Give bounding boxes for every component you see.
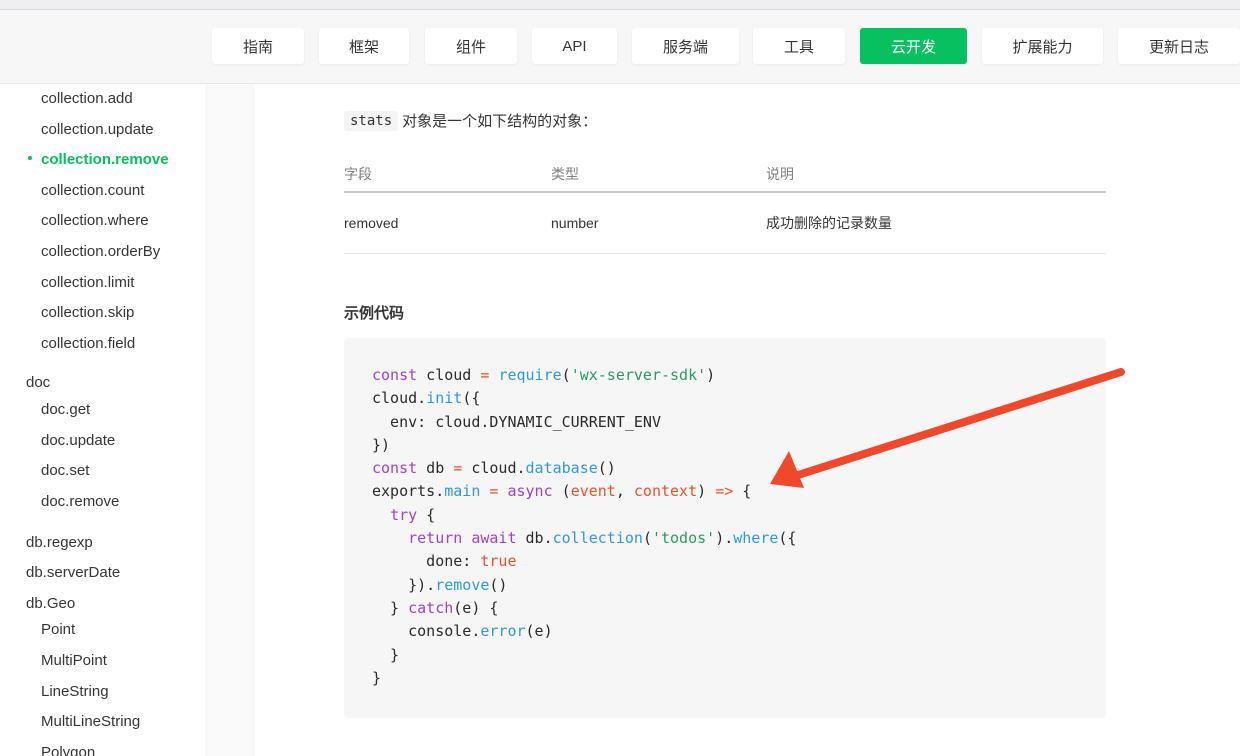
table-cell: removed <box>344 192 551 254</box>
sidebar-item-label: collection.orderBy <box>41 243 161 260</box>
sidebar-item-label: doc.update <box>41 432 116 449</box>
nav-cloud-button[interactable]: 云开发 <box>860 28 967 64</box>
sidebar-item[interactable]: MultiLineString <box>41 713 140 730</box>
sidebar-item-label: collection.field <box>41 335 136 352</box>
sidebar-item[interactable]: doc <box>26 374 50 391</box>
code-block[interactable]: const cloud = require('wx-server-sdk') c… <box>344 338 1106 718</box>
sidebar-item[interactable]: collection.where <box>41 212 149 229</box>
sidebar-item-label: db.serverDate <box>26 564 121 581</box>
nav-guide-button[interactable]: 指南 <box>212 28 304 64</box>
main-content: stats 对象是一个如下结构的对象： 字段 类型 说明 removed num… <box>255 84 1240 756</box>
sidebar-item[interactable]: Polygon <box>41 744 95 756</box>
sidebar-item[interactable]: Point <box>41 621 75 638</box>
sidebar-item[interactable]: collection.update <box>41 121 154 138</box>
sidebar-item-label: db.regexp <box>26 534 93 551</box>
table-header: 类型 <box>551 156 766 193</box>
sidebar-item-label: LineString <box>41 683 109 700</box>
nav-extensions-button[interactable]: 扩展能力 <box>982 28 1103 64</box>
table-cell: 成功删除的记录数量 <box>766 192 1106 254</box>
sidebar-item-label: collection.count <box>41 182 145 199</box>
table-row: removed number 成功删除的记录数量 <box>344 192 1106 254</box>
sidebar-item-label: collection.limit <box>41 274 135 291</box>
nav-components-button[interactable]: 组件 <box>425 28 517 64</box>
nav-tools-button[interactable]: 工具 <box>753 28 845 64</box>
sidebar-item[interactable]: db.regexp <box>26 534 93 551</box>
sidebar-item[interactable]: collection.field <box>41 335 135 352</box>
sidebar-item-label: Polygon <box>41 744 96 756</box>
sidebar-item-label: doc.get <box>41 401 91 418</box>
sidebar-item-label: doc.remove <box>41 493 120 510</box>
sidebar-item[interactable]: doc.remove <box>41 493 119 510</box>
nav-changelog-button[interactable]: 更新日志 <box>1118 28 1240 64</box>
intro-text: 对象是一个如下结构的对象： <box>402 113 598 130</box>
sidebar-item-label: collection.remove <box>41 151 169 168</box>
table-header: 字段 <box>344 156 551 193</box>
sidebar-item-label: collection.where <box>41 212 149 229</box>
sidebar-item[interactable]: collection.limit <box>41 274 134 291</box>
nav-framework-button[interactable]: 框架 <box>319 28 409 64</box>
sidebar-item-label: MultiPoint <box>41 652 107 669</box>
active-dot-icon <box>28 156 32 160</box>
inline-code: stats <box>344 110 399 131</box>
sidebar-gutter <box>205 84 255 756</box>
sidebar-item[interactable]: doc.set <box>41 462 89 479</box>
sidebar-item[interactable]: LineString <box>41 683 109 700</box>
table-header-row: 字段 类型 说明 <box>344 156 1106 193</box>
sidebar-item-label: doc.set <box>41 462 90 479</box>
sidebar-item-label: db.Geo <box>26 595 76 612</box>
sidebar-item-label: MultiLineString <box>41 713 141 730</box>
example-code-title: 示例代码 <box>344 305 405 322</box>
sidebar-item[interactable]: collection.remove <box>28 151 169 168</box>
sidebar-item[interactable]: doc.update <box>41 432 115 449</box>
sidebar-item[interactable]: collection.add <box>41 90 133 107</box>
table-header: 说明 <box>766 156 1106 193</box>
sidebar-item[interactable]: collection.orderBy <box>41 243 160 260</box>
sidebar-item-label: doc <box>26 374 51 391</box>
sidebar-item[interactable]: collection.skip <box>41 304 134 321</box>
fields-table: 字段 类型 说明 removed number 成功删除的记录数量 <box>344 156 1106 254</box>
sidebar-item[interactable]: collection.count <box>41 182 144 199</box>
sidebar-item-label: Point <box>41 621 76 638</box>
sidebar-item[interactable]: db.serverDate <box>26 564 120 581</box>
sidebar-item[interactable]: db.Geo <box>26 595 75 612</box>
code-content: const cloud = require('wx-server-sdk') c… <box>372 366 797 687</box>
sidebar-item-label: collection.skip <box>41 304 135 321</box>
nav-server-button[interactable]: 服务端 <box>632 28 739 64</box>
sidebar-item-label: collection.add <box>41 90 133 107</box>
sidebar-item[interactable]: doc.get <box>41 401 90 418</box>
sidebar-item-label: collection.update <box>41 121 154 138</box>
sidebar: collection.add collection.update collectio… <box>0 84 205 756</box>
table-cell: number <box>551 192 766 254</box>
window-top-strip <box>0 0 1240 10</box>
nav-api-button[interactable]: API <box>532 28 617 64</box>
top-nav: 指南 框架 组件 API 服务端 工具 云开发 扩展能力 更新日志 <box>0 10 1240 84</box>
stats-intro: stats 对象是一个如下结构的对象： <box>344 110 597 131</box>
sidebar-item[interactable]: MultiPoint <box>41 652 107 669</box>
